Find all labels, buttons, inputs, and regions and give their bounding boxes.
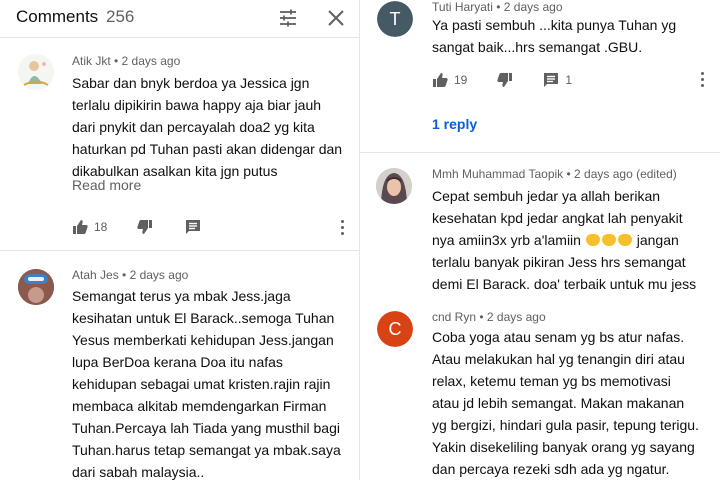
avatar[interactable] [376,168,412,204]
comment-atah-jes: Atah Jes • 2 days ago Semangat terus ya … [0,251,360,480]
comments-header: Comments 256 [0,0,360,38]
comment-mmh-muhammad-taopik: Mmh Muhammad Taopik • 2 days ago (edited… [360,153,720,300]
clap-emoji-icon [585,234,600,246]
comment-text-line: nya amiin3x yrb a'lamiin jangan [432,229,716,251]
like-button[interactable]: 19 [432,72,467,88]
view-replies-link[interactable]: 1 reply [432,116,477,132]
comment-age: 2 days ago [121,54,181,68]
clap-emoji-icon [617,234,632,246]
dislike-button[interactable] [137,219,153,235]
comment-age: 2 days ago [129,268,189,282]
comment-cnd-ryn: C cnd Ryn • 2 days ago Coba yoga atau se… [360,300,720,480]
comment-age: 2 days ago [486,310,546,324]
avatar[interactable]: C [377,311,413,347]
comment-author[interactable]: Tuti Haryati [432,0,493,14]
read-more-link[interactable]: Read more [72,177,141,193]
comment-text-line: terlalu banyak pikiran Jess hrs semangat [432,254,686,270]
like-count: 18 [94,220,108,234]
thumb-down-icon [497,73,513,87]
avatar-photo-icon [18,269,54,305]
avatar-letter: T [389,9,401,29]
comment-atik-jkt: Atik Jkt • 2 days ago Sabar dan bnyk ber… [0,38,360,250]
filter-button[interactable] [275,5,301,31]
close-icon [328,10,344,26]
thumb-up-icon [433,73,448,87]
comment-text-line: demi El Barack. doa' terbaik untuk mu je… [432,276,697,292]
comment-text: Coba yoga atau senam yg bs atur nafas. A… [432,329,699,477]
comments-count: 256 [106,7,135,26]
tune-icon [280,9,296,27]
avatar-illustration-icon [18,54,54,90]
avatar-letter: C [388,319,402,339]
comment-text-line: kesehatan kpd jedar angkat lah penyakit [432,210,683,226]
like-button[interactable]: 18 [72,219,107,235]
thumb-down-icon [137,220,153,234]
comment-text: Cepat sembuh jedar ya allah berikan kese… [432,185,716,295]
comment-text-segment: jangan [636,232,679,248]
avatar[interactable] [18,54,54,90]
close-button[interactable] [323,5,349,31]
more-options-button[interactable] [334,216,350,238]
comment-text: Ya pasti sembuh ...kita punya Tuhan yg s… [432,17,677,55]
avatar-photo-icon [376,168,412,204]
comment-author[interactable]: Atah Jes [72,268,119,282]
comment-age: 2 days ago [503,0,563,14]
comment-text: Semangat terus ya mbak Jess.jaga kesihat… [72,288,341,480]
comment-text-segment: nya amiin3x yrb a'lamiin [432,232,581,248]
comment-author[interactable]: cnd Ryn [432,310,476,324]
clap-emoji-icon [601,234,616,246]
reply-icon [186,220,201,234]
avatar[interactable]: T [377,1,413,37]
comment-text-line: Cepat sembuh jedar ya allah berikan [432,188,661,204]
reply-count: 1 [565,73,573,87]
reply-button[interactable] [185,219,201,235]
more-options-button[interactable] [694,68,710,90]
comments-title: Comments [16,7,99,26]
like-count: 19 [454,73,468,87]
avatar[interactable] [18,269,54,305]
left-comments-panel: Comments 256 Atik Jkt • 2 days ago Sabar… [0,0,360,480]
thumb-up-icon [73,220,88,234]
reply-button[interactable]: 1 [543,72,572,88]
comment-tuti-haryati: T Tuti Haryati • 2 days ago Ya pasti sem… [360,0,720,152]
comment-author[interactable]: Atik Jkt [72,54,111,68]
comment-text: Sabar dan bnyk berdoa ya Jessica jgn ter… [72,75,343,179]
comment-author[interactable]: Mmh Muhammad Taopik [432,167,563,181]
dislike-button[interactable] [497,72,513,88]
comment-age: 2 days ago (edited) [574,167,677,181]
right-comments-panel: T Tuti Haryati • 2 days ago Ya pasti sem… [360,0,720,480]
reply-icon [544,73,559,87]
